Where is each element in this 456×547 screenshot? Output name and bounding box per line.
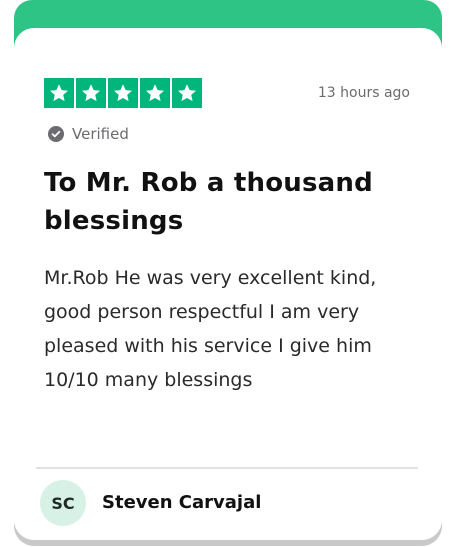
star-icon [114,84,132,102]
star-rating [44,78,202,108]
star-1 [44,78,74,108]
star-4 [140,78,170,108]
star-icon [50,84,68,102]
avatar: SC [40,480,86,526]
star-3 [108,78,138,108]
star-5 [172,78,202,108]
star-icon [146,84,164,102]
author-name: Steven Carvajal [102,492,262,513]
review-timestamp: 13 hours ago [317,85,410,101]
verified-label: Verified [72,125,129,143]
star-2 [76,78,106,108]
review-widget: 13 hours ago Verified To Mr. Rob a thous… [0,0,456,547]
star-icon [178,84,196,102]
review-body: Mr.Rob He was very excellent kind, good … [44,267,377,391]
review-card: 13 hours ago Verified To Mr. Rob a thous… [14,28,442,540]
verified-check-icon [48,126,64,142]
divider [36,467,418,469]
star-icon [82,84,100,102]
review-title: To Mr. Rob a thousand blessings [44,168,373,236]
verified-badge: Verified [48,125,129,143]
